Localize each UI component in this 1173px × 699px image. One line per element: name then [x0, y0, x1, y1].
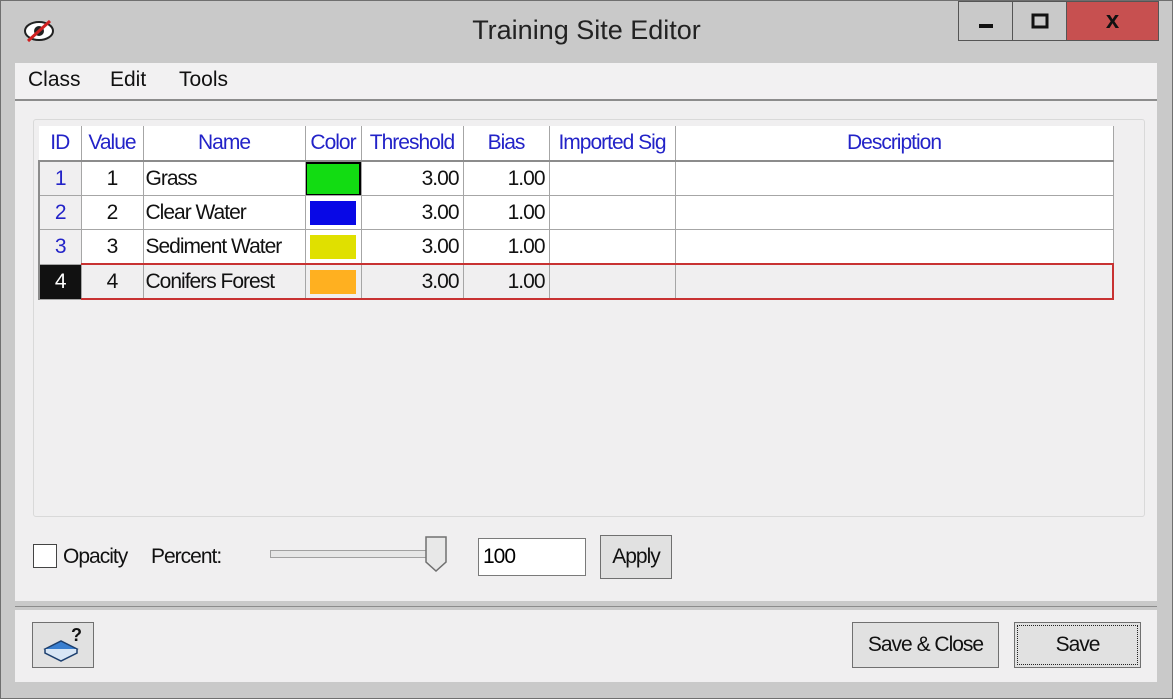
menu-tools[interactable]: Tools — [179, 68, 228, 92]
bias-cell[interactable]: 1.00 — [463, 229, 550, 265]
column-header-bias[interactable]: Bias — [463, 126, 550, 162]
imported-sig-cell[interactable] — [549, 263, 676, 300]
threshold-cell[interactable]: 3.00 — [361, 161, 464, 196]
help-book-icon: ? — [43, 627, 82, 662]
row-id-cell[interactable]: 1 — [38, 161, 82, 196]
threshold-cell[interactable]: 3.00 — [361, 229, 464, 265]
bias-cell[interactable]: 1.00 — [463, 161, 550, 196]
opacity-checkbox[interactable] — [33, 544, 57, 568]
name-cell[interactable]: Conifers Forest — [143, 263, 306, 300]
table-row[interactable]: 1 1 Grass 3.00 1.00 — [38, 161, 1114, 196]
maximize-icon — [1031, 13, 1048, 29]
class-table: ID Value Name Color Threshold Bias Impor… — [38, 126, 1114, 300]
column-header-value[interactable]: Value — [81, 126, 144, 162]
footer-bar: ? Save & Close Save — [15, 610, 1157, 682]
imported-sig-cell[interactable] — [549, 229, 676, 265]
color-cell[interactable] — [305, 161, 362, 196]
class-grid-panel: ID Value Name Color Threshold Bias Impor… — [33, 119, 1145, 517]
table-row-selected[interactable]: 4 4 Conifers Forest 3.00 1.00 — [38, 263, 1114, 300]
threshold-cell[interactable]: 3.00 — [361, 263, 464, 300]
column-header-name[interactable]: Name — [143, 126, 306, 162]
minimize-button[interactable] — [958, 1, 1013, 41]
title-bar[interactable]: Training Site Editor x — [1, 1, 1172, 63]
name-cell[interactable]: Grass — [143, 161, 306, 196]
name-cell[interactable]: Sediment Water — [143, 229, 306, 265]
description-cell[interactable] — [675, 195, 1114, 230]
menu-class[interactable]: Class — [28, 68, 81, 92]
color-swatch[interactable] — [305, 161, 360, 195]
color-swatch[interactable] — [310, 269, 356, 294]
help-button[interactable]: ? — [32, 622, 94, 668]
column-header-id[interactable]: ID — [39, 126, 82, 162]
training-site-editor-window: Training Site Editor x Class Edit Tools — [0, 0, 1173, 699]
color-swatch[interactable] — [310, 200, 356, 225]
color-cell[interactable] — [305, 195, 362, 230]
close-icon: x — [1105, 7, 1120, 34]
minimize-icon — [978, 24, 993, 28]
description-cell[interactable] — [675, 263, 1114, 300]
opacity-label: Opacity — [63, 545, 128, 568]
percent-label: Percent: — [151, 545, 222, 568]
color-cell[interactable] — [305, 263, 362, 300]
maximize-button[interactable] — [1012, 1, 1067, 41]
row-id-cell[interactable]: 4 — [38, 263, 82, 300]
menu-bar: Class Edit Tools — [15, 63, 1157, 101]
table-row[interactable]: 2 2 Clear Water 3.00 1.00 — [38, 195, 1114, 230]
value-cell[interactable]: 2 — [81, 195, 144, 230]
opacity-row: Opacity Percent: Apply — [33, 533, 1143, 583]
column-header-threshold[interactable]: Threshold — [361, 126, 464, 162]
description-cell[interactable] — [675, 161, 1114, 196]
apply-button[interactable]: Apply — [600, 535, 672, 579]
content-area: ID Value Name Color Threshold Bias Impor… — [15, 101, 1157, 601]
save-and-close-button[interactable]: Save & Close — [852, 622, 999, 668]
column-header-color[interactable]: Color — [305, 126, 362, 162]
imported-sig-cell[interactable] — [549, 195, 676, 230]
color-swatch[interactable] — [310, 234, 356, 259]
name-cell[interactable]: Clear Water — [143, 195, 306, 230]
row-id-cell[interactable]: 2 — [38, 195, 82, 230]
bias-cell[interactable]: 1.00 — [463, 195, 550, 230]
opacity-slider-thumb[interactable] — [425, 536, 447, 572]
color-cell[interactable] — [305, 229, 362, 265]
threshold-cell[interactable]: 3.00 — [361, 195, 464, 230]
description-cell[interactable] — [675, 229, 1114, 265]
column-header-description[interactable]: Description — [675, 126, 1114, 162]
row-id-cell[interactable]: 3 — [38, 229, 82, 265]
menu-edit[interactable]: Edit — [110, 68, 146, 92]
close-button[interactable]: x — [1066, 1, 1159, 41]
value-cell[interactable]: 3 — [81, 229, 144, 265]
opacity-slider-track[interactable] — [270, 550, 436, 558]
svg-text:?: ? — [71, 627, 82, 645]
save-button[interactable]: Save — [1014, 622, 1141, 668]
value-cell[interactable]: 4 — [81, 263, 144, 300]
value-cell[interactable]: 1 — [81, 161, 144, 196]
table-row[interactable]: 3 3 Sediment Water 3.00 1.00 — [38, 229, 1114, 265]
bias-cell[interactable]: 1.00 — [463, 263, 550, 300]
table-header-row: ID Value Name Color Threshold Bias Impor… — [39, 126, 1114, 162]
percent-input[interactable] — [478, 538, 586, 576]
imported-sig-cell[interactable] — [549, 161, 676, 196]
column-header-imported-sig[interactable]: Imported Sig — [549, 126, 676, 162]
